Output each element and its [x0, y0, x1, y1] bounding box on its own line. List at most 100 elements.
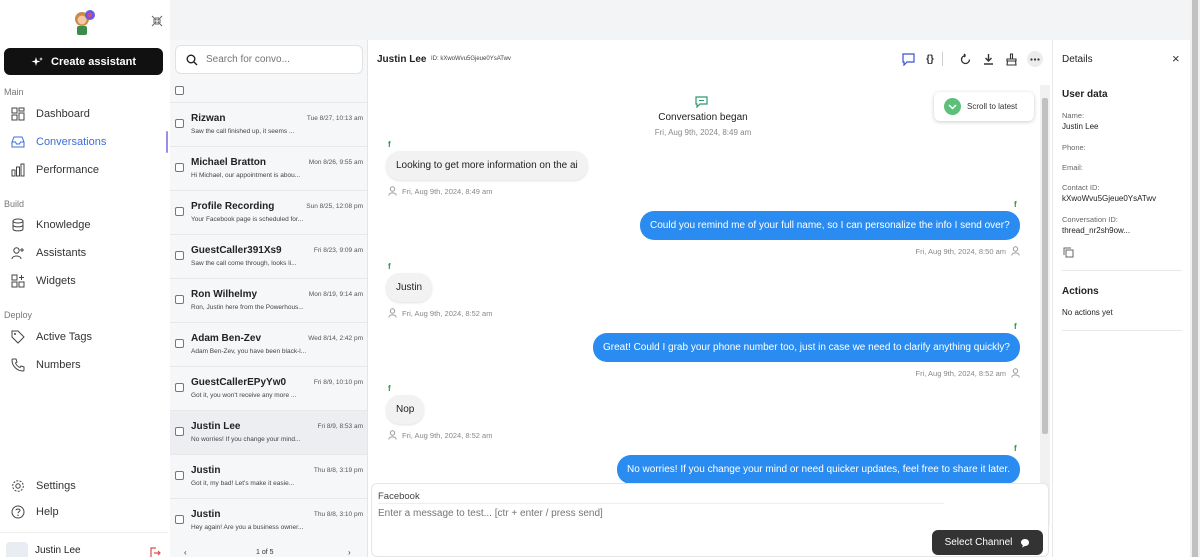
details-panel: Details × User data Name: Justin Lee Pho… — [1052, 40, 1190, 557]
nav-item-settings[interactable]: Settings — [0, 475, 168, 497]
chat-view-icon[interactable] — [901, 52, 915, 66]
create-assistant-button[interactable]: Create assistant — [4, 48, 163, 75]
clear-chat-icon[interactable] — [1004, 52, 1018, 66]
user-icon — [388, 308, 397, 318]
conversation-date: Tue 8/27, 10:13 am — [306, 115, 363, 122]
nav-label: Performance — [36, 164, 99, 176]
name-label: Name: — [1062, 111, 1085, 120]
row-checkbox[interactable] — [175, 383, 184, 392]
row-checkbox[interactable] — [175, 515, 184, 524]
row-checkbox[interactable] — [175, 339, 184, 348]
row-checkbox[interactable] — [175, 471, 184, 480]
close-icon[interactable]: × — [1172, 52, 1180, 65]
contact-id-label: Contact ID: — [1062, 183, 1100, 192]
search-box[interactable] — [175, 45, 363, 74]
logo-icon — [75, 10, 95, 35]
user-icon — [1011, 246, 1020, 256]
row-checkbox[interactable] — [175, 295, 184, 304]
conversation-name: GuestCaller391Xs9 — [191, 245, 282, 256]
select-channel-button[interactable]: Select Channel — [932, 530, 1043, 555]
scroll-to-latest-button[interactable]: Scroll to latest — [934, 92, 1034, 121]
more-options-icon[interactable] — [1027, 51, 1043, 67]
nav-item-performance[interactable]: Performance — [0, 159, 168, 181]
email-label: Email: — [1062, 163, 1083, 172]
page-scrollbar-thumb[interactable] — [1192, 0, 1198, 557]
conversation-date: Thu 8/8, 3:19 pm — [313, 467, 363, 474]
chat-icon — [1021, 538, 1030, 547]
chevron-down-icon — [944, 98, 961, 115]
nav-item-assistants[interactable]: Assistants — [0, 242, 168, 264]
search-input[interactable] — [206, 54, 346, 65]
nav-item-active-tags[interactable]: Active Tags — [0, 326, 168, 348]
message-input[interactable] — [378, 508, 918, 519]
conversation-name: GuestCallerEPyYw0 — [191, 377, 287, 388]
row-checkbox[interactable] — [175, 251, 184, 260]
copy-icon[interactable] — [1063, 247, 1074, 258]
nav-item-numbers[interactable]: Numbers — [0, 354, 168, 376]
conversation-item[interactable]: Justin Thu 8/8, 3:19 pm Got it, my bad! Le… — [170, 454, 367, 498]
download-icon[interactable] — [981, 52, 995, 66]
contact-id-value: kXwoWvu5Gjeue0YsATwv — [1062, 194, 1157, 203]
section-main-label: Main — [4, 87, 24, 97]
nav-item-widgets[interactable]: Widgets — [0, 270, 168, 292]
nav-item-help[interactable]: Help — [0, 501, 168, 523]
page-indicator: 1 of 5 — [256, 549, 274, 556]
phone-label: Phone: — [1062, 143, 1086, 152]
conversation-item[interactable]: Profile Recording Sun 8/25, 12:08 pm Your … — [170, 190, 367, 234]
conversation-item[interactable]: GuestCaller391Xs9 Fri 8/23, 9:09 am Saw th… — [170, 234, 367, 278]
row-checkbox[interactable] — [175, 427, 184, 436]
select-all-checkbox[interactable] — [175, 86, 184, 95]
nav-item-dashboard[interactable]: Dashboard — [0, 103, 168, 125]
conversation-preview: Your Facebook page is scheduled for... — [191, 216, 304, 223]
next-page-icon[interactable]: › — [348, 548, 351, 557]
conversation-date: Mon 8/26, 9:55 am — [308, 159, 363, 166]
create-assistant-label: Create assistant — [51, 55, 136, 68]
outgoing-message: Could you remind me of your full name, s… — [640, 211, 1020, 240]
logout-icon[interactable] — [149, 547, 161, 557]
conversation-preview: Hi Michael, our appointment is abou... — [191, 172, 301, 179]
conversation-item[interactable]: Justin Thu 8/8, 3:10 pm Hey again! Are you… — [170, 498, 367, 542]
conversation-name: Justin Lee — [191, 421, 241, 432]
facebook-channel-icon: f — [1014, 444, 1017, 453]
conversation-item[interactable]: Michael Bratton Mon 8/26, 9:55 am Hi Micha… — [170, 146, 367, 190]
collapse-icon[interactable] — [151, 15, 163, 27]
message-timestamp: Fri, Aug 9th, 2024, 8:50 am — [916, 246, 1020, 256]
database-icon — [10, 217, 26, 233]
conversation-id-label: Conversation ID: — [1062, 215, 1118, 224]
conversation-item[interactable]: Adam Ben-Zev Wed 8/14, 2:42 pm Adam Ben-Ze… — [170, 322, 367, 366]
conversation-began-time: Fri, Aug 9th, 2024, 8:49 am — [654, 128, 752, 137]
conversation-item[interactable]: GuestCallerEPyYw0 Fri 8/9, 10:10 pm Got it… — [170, 366, 367, 410]
message-list: Conversation began Fri, Aug 9th, 2024, 8… — [368, 80, 1052, 520]
timestamp-text: Fri, Aug 9th, 2024, 8:49 am — [402, 186, 493, 196]
section-deploy-label: Deploy — [4, 310, 33, 320]
search-icon — [186, 54, 198, 65]
nav-item-knowledge[interactable]: Knowledge — [0, 214, 168, 236]
code-view-icon[interactable]: {} — [923, 52, 937, 66]
conversation-item[interactable]: Ron Wilhelmy Mon 8/19, 9:14 am Ron, Justin… — [170, 278, 367, 322]
conversation-item[interactable]: Rizwan Tue 8/27, 10:13 am Saw the call fin… — [170, 102, 367, 146]
conversation-date: Fri 8/9, 10:10 pm — [313, 379, 363, 386]
conversation-name: Ron Wilhelmy — [191, 289, 258, 300]
row-checkbox[interactable] — [175, 119, 184, 128]
conversation-item[interactable]: Justin Lee Fri 8/9, 8:53 am No worries! If… — [170, 410, 367, 454]
user-profile[interactable]: Justin Lee — [0, 532, 168, 557]
row-checkbox[interactable] — [175, 207, 184, 216]
help-label: Help — [36, 506, 59, 518]
conversation-name: Rizwan — [191, 113, 226, 124]
nav-item-conversations[interactable]: Conversations — [0, 131, 168, 153]
tag-icon — [10, 329, 26, 345]
user-plus-icon — [10, 245, 26, 261]
user-icon — [388, 186, 397, 196]
conversation-date: Mon 8/19, 9:14 am — [308, 291, 363, 298]
section-build-label: Build — [4, 199, 25, 209]
chat-header: Justin Lee ID: kXwoWvu5Gjeue0YsATwv {} — [368, 40, 1052, 78]
conversation-date: Fri 8/23, 9:09 am — [313, 247, 363, 254]
refresh-icon[interactable] — [958, 52, 972, 66]
nav-label: Active Tags — [36, 331, 93, 343]
message-timestamp: Fri, Aug 9th, 2024, 8:52 am — [388, 430, 492, 440]
row-checkbox[interactable] — [175, 163, 184, 172]
prev-page-icon[interactable]: ‹ — [184, 548, 187, 557]
conversation-date: Fri 8/9, 8:53 am — [317, 423, 363, 430]
help-icon — [10, 504, 26, 520]
scrollbar-thumb[interactable] — [1042, 98, 1048, 434]
